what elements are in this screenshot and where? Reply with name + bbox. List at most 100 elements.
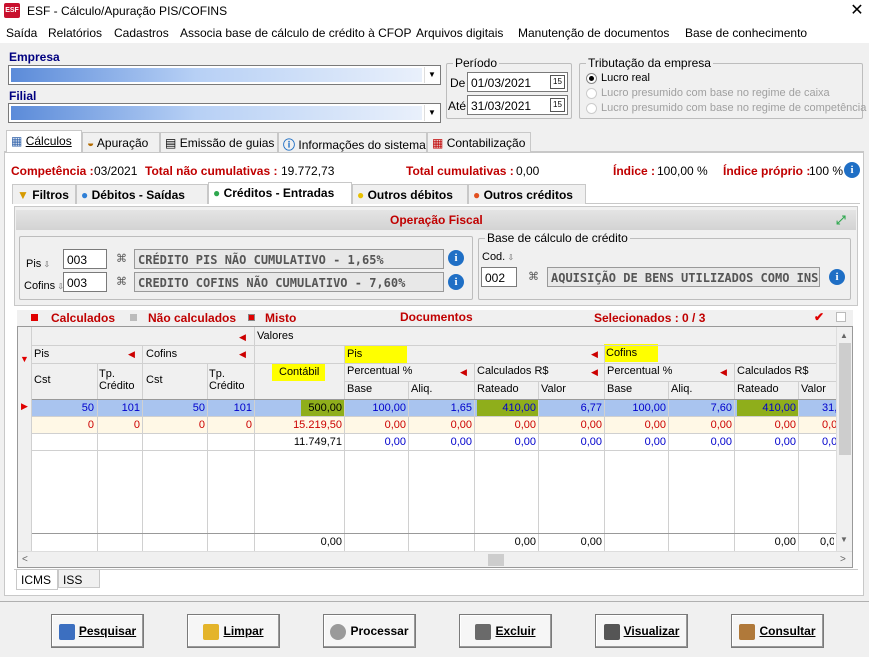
tab-outros-debitos[interactable]: ● Outros débitos bbox=[352, 184, 468, 204]
menu-relatorios[interactable]: Relatórios bbox=[48, 26, 102, 40]
consultar-button[interactable]: Consultar bbox=[731, 614, 824, 648]
cofins-valor-header: Valor bbox=[801, 383, 826, 395]
tab-iss[interactable]: ISS bbox=[58, 570, 100, 588]
tab-creditos-entradas[interactable]: ● Créditos - Entradas bbox=[208, 182, 352, 204]
empresa-select[interactable]: ▼ bbox=[8, 65, 441, 85]
info-icon[interactable]: i bbox=[844, 162, 860, 178]
cell-p-aliq: 0,00 bbox=[450, 419, 472, 431]
info-icon[interactable]: i bbox=[448, 250, 464, 266]
cell-c-aliq: 0,00 bbox=[710, 419, 732, 431]
pesquisar-button[interactable]: Pesquisar bbox=[51, 614, 144, 648]
sort-icon: ⇩ bbox=[41, 260, 51, 269]
radio-lucro-presumido-competencia[interactable] bbox=[586, 103, 597, 114]
bottom-tabs: ICMS ISS bbox=[14, 569, 858, 590]
scroll-left-icon[interactable]: < bbox=[22, 554, 28, 565]
binoculars-icon[interactable]: ⌘ bbox=[528, 270, 539, 283]
operacao-title: Operação Fiscal bbox=[390, 213, 483, 227]
binoculars-icon[interactable]: ⌘ bbox=[116, 275, 127, 288]
tnc-label: Total não cumulativas : bbox=[145, 164, 278, 178]
horizontal-scrollbar[interactable]: < > bbox=[18, 551, 852, 567]
radio-lucro-real[interactable] bbox=[586, 73, 597, 84]
menu-base-conhecimento[interactable]: Base de conhecimento bbox=[685, 26, 807, 40]
check-all-icon[interactable]: ✔ bbox=[814, 310, 824, 324]
binoculars-icon[interactable]: ⌘ bbox=[116, 252, 127, 265]
collapse-icon[interactable]: ◀ bbox=[720, 367, 727, 378]
radio-lucro-presumido-caixa[interactable] bbox=[586, 88, 597, 99]
cell-c-aliq: 7,60 bbox=[710, 402, 732, 414]
cell-pis-cst: 50 bbox=[81, 402, 94, 414]
vertical-scrollbar[interactable]: ▲ ▼ bbox=[836, 327, 852, 551]
filial-select[interactable]: ▼ bbox=[8, 103, 441, 123]
indice-value: 100,00 % bbox=[657, 164, 708, 178]
scroll-right-icon[interactable]: > bbox=[840, 554, 846, 565]
date-de-input[interactable]: 01/03/2021 15 bbox=[467, 72, 568, 92]
collapse-icon[interactable]: ◀ bbox=[591, 367, 598, 378]
cell-c-valor: 0,0 bbox=[822, 436, 836, 448]
tab-icms[interactable]: ICMS bbox=[16, 570, 58, 590]
menu-manutencao[interactable]: Manutenção de documentos bbox=[518, 26, 669, 40]
menu-saida[interactable]: Saída bbox=[6, 26, 37, 40]
cofins-code-input[interactable]: 003 bbox=[63, 272, 107, 292]
tc-label: Total cumulativas : bbox=[406, 164, 514, 178]
info-icon[interactable]: i bbox=[448, 274, 464, 290]
cofins-rateado-header: Rateado bbox=[737, 383, 779, 395]
chevron-down-icon[interactable]: ▼ bbox=[424, 67, 439, 83]
cell-cof-cst: 0 bbox=[198, 419, 205, 431]
apuracao-icon: ◒ bbox=[87, 136, 95, 150]
menu-associa[interactable]: Associa base de cálculo de crédito à CFO… bbox=[180, 26, 411, 40]
tab-emissao-guias[interactable]: ▤ Emissão de guias bbox=[160, 132, 278, 152]
calendar-icon[interactable]: 15 bbox=[550, 75, 565, 89]
main-tabs: ▦ Cálculos ◒ Apuração ▤ Emissão de guias… bbox=[4, 130, 864, 152]
collapse-icon[interactable]: ◀ bbox=[460, 367, 467, 378]
pis-code-input[interactable]: 003 bbox=[63, 249, 107, 269]
cell-cof-tp: 0 bbox=[245, 419, 252, 431]
chevron-down-icon[interactable]: ▼ bbox=[424, 105, 439, 121]
cell-c-valor: 31,1 bbox=[822, 402, 836, 414]
radio-label-competencia: Lucro presumido com base no regime de co… bbox=[601, 102, 867, 114]
calculados-swatch bbox=[31, 314, 38, 321]
total-pis-valor: 0,00 bbox=[580, 536, 602, 548]
collapse-icon[interactable]: ◀ bbox=[239, 332, 246, 343]
pis-aliq-header: Aliq. bbox=[411, 383, 433, 395]
legend-documentos: Documentos bbox=[400, 310, 473, 324]
cofins-percentual-header: Percentual % bbox=[607, 365, 673, 377]
documents-grid[interactable]: ▼ ◀ Valores Pis ◀ Cofins ◀ Pis ◀ Cofins … bbox=[17, 326, 853, 568]
tab-contabilizacao[interactable]: ▦ Contabilização bbox=[427, 132, 531, 152]
scroll-up-icon[interactable]: ▲ bbox=[840, 331, 848, 340]
collapse-icon[interactable]: ◀ bbox=[239, 349, 246, 360]
date-ate-input[interactable]: 31/03/2021 15 bbox=[467, 95, 568, 115]
menu-arquivos[interactable]: Arquivos digitais bbox=[416, 26, 503, 40]
excluir-button[interactable]: Excluir bbox=[459, 614, 552, 648]
collapse-icon[interactable]: ◀ bbox=[591, 349, 598, 360]
scroll-down-icon[interactable]: ▼ bbox=[840, 535, 848, 544]
h-scroll-thumb[interactable] bbox=[488, 554, 504, 566]
processar-button[interactable]: Processar bbox=[323, 614, 416, 648]
limpar-button[interactable]: Limpar bbox=[187, 614, 280, 648]
report-icon bbox=[739, 623, 756, 640]
legend-nao-calculados: Não calculados bbox=[148, 311, 237, 325]
cell-c-base: 100,00 bbox=[632, 402, 666, 414]
tab-outros-creditos[interactable]: ● Outros créditos bbox=[468, 184, 586, 204]
cell-p-valor: 0,00 bbox=[580, 419, 602, 431]
uncheck-all-icon[interactable] bbox=[836, 312, 846, 322]
scroll-thumb[interactable] bbox=[839, 343, 851, 455]
calendar-icon[interactable]: 15 bbox=[550, 98, 565, 112]
close-icon[interactable]: ✕ bbox=[846, 0, 868, 22]
collapse-icon[interactable]: ◀ bbox=[128, 349, 135, 360]
app-icon: ESF bbox=[4, 3, 20, 18]
visualizar-button[interactable]: Visualizar bbox=[595, 614, 688, 648]
menu-cadastros[interactable]: Cadastros bbox=[114, 26, 169, 40]
menu-bar: Saída Relatórios Cadastros Associa base … bbox=[0, 22, 869, 43]
tab-informacoes[interactable]: ⓘ Informações do sistema bbox=[278, 132, 427, 152]
info-icon[interactable]: i bbox=[829, 269, 845, 285]
expand-icon[interactable]: ⤢ bbox=[836, 213, 846, 228]
tab-debitos-saidas[interactable]: ● Débitos - Saídas bbox=[76, 184, 208, 204]
cell-c-rateado: 410,00 bbox=[762, 402, 796, 414]
tab-apuracao[interactable]: ◒ Apuração bbox=[82, 132, 160, 152]
current-row-icon: ▶ bbox=[21, 401, 28, 411]
base-code-input[interactable]: 002 bbox=[481, 267, 517, 287]
tab-calculos[interactable]: ▦ Cálculos bbox=[6, 130, 82, 152]
radio-label-lucro-real: Lucro real bbox=[601, 72, 650, 84]
cofins-desc: CREDITO COFINS NÃO CUMULATIVO - 7,60% bbox=[134, 272, 444, 292]
tab-filtros[interactable]: ▼ Filtros bbox=[12, 184, 76, 204]
